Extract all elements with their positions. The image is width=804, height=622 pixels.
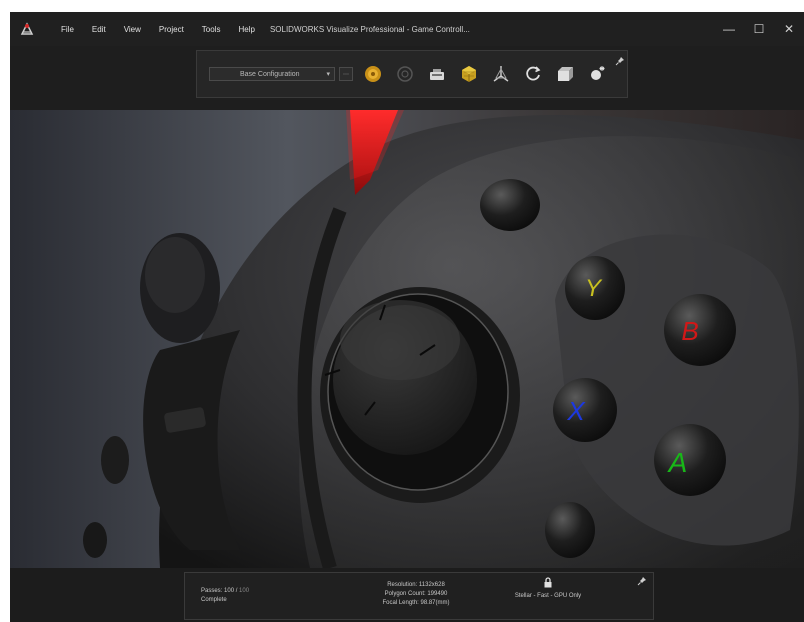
render-mode-icon[interactable] (361, 60, 385, 88)
status-bar: Passes: 100 / 100 Complete Resolution: 1… (10, 568, 804, 622)
passes-total: 100 (239, 588, 250, 594)
menu-button (480, 179, 540, 231)
passes-label: Passes: (201, 588, 223, 594)
app-window: File Edit View Project Tools Help SOLIDW… (10, 12, 804, 622)
focal-length-text: Focal Length: 98.87(mm) (382, 600, 450, 606)
game-controller-render: Y B X A (10, 110, 804, 568)
sun-icon[interactable] (585, 60, 609, 88)
y-button-label: Y (585, 275, 603, 302)
minimize-button[interactable]: — (714, 12, 744, 46)
a-button-label: A (667, 447, 688, 478)
lock-icon[interactable] (493, 577, 603, 592)
menu-file[interactable]: File (52, 25, 83, 34)
menu-bar: File Edit View Project Tools Help (52, 25, 264, 34)
main-toolbar: Base Configuration ▾ ⋯ (196, 50, 628, 98)
b-button-label: B (681, 316, 698, 346)
geometry-icon[interactable] (489, 60, 513, 88)
status-pin-icon[interactable] (637, 576, 647, 588)
maximize-button[interactable]: ☐ (744, 12, 774, 46)
x-button (553, 378, 617, 442)
render-mode-info[interactable]: Stellar - Fast - GPU Only (493, 577, 603, 601)
camera-icon[interactable] (425, 60, 449, 88)
app-logo-icon[interactable] (14, 12, 40, 46)
configuration-label: Base Configuration (240, 70, 300, 78)
menu-project[interactable]: Project (150, 25, 193, 34)
configuration-dropdown[interactable]: Base Configuration ▾ (209, 67, 335, 81)
a-button (654, 424, 726, 496)
passes-value: 100 / (224, 588, 238, 594)
view-button (545, 502, 595, 558)
pin-icon[interactable] (615, 53, 625, 66)
menu-edit[interactable]: Edit (83, 25, 115, 34)
x-button-label: X (566, 396, 586, 426)
title-bar: File Edit View Project Tools Help SOLIDW… (10, 12, 804, 46)
passes-info: Passes: 100 / 100 Complete (201, 587, 249, 605)
polygon-count-text: Polygon Count: 199490 (384, 591, 448, 597)
refresh-icon[interactable] (521, 60, 545, 88)
close-button[interactable]: ✕ (774, 12, 804, 46)
window-title: SOLIDWORKS Visualize Professional - Game… (269, 24, 470, 34)
render-viewport[interactable]: Y B X A (10, 110, 804, 568)
resolution-text: Resolution: 1132x628 (387, 582, 445, 588)
chevron-down-icon: ▾ (326, 71, 330, 78)
scene-info: Resolution: 1132x628 Polygon Count: 1994… (361, 581, 471, 608)
scene-icon[interactable] (553, 60, 577, 88)
cube-icon[interactable] (457, 60, 481, 88)
configuration-options-button[interactable]: ⋯ (339, 67, 353, 81)
menu-help[interactable]: Help (229, 25, 263, 34)
preview-icon[interactable] (393, 60, 417, 88)
b-button (664, 294, 736, 366)
render-status-panel: Passes: 100 / 100 Complete Resolution: 1… (184, 572, 654, 620)
menu-view[interactable]: View (115, 25, 150, 34)
render-state: Complete (201, 597, 227, 603)
menu-tools[interactable]: Tools (193, 25, 230, 34)
window-controls: — ☐ ✕ (714, 12, 804, 46)
render-mode-text: Stellar - Fast - GPU Only (514, 593, 582, 599)
